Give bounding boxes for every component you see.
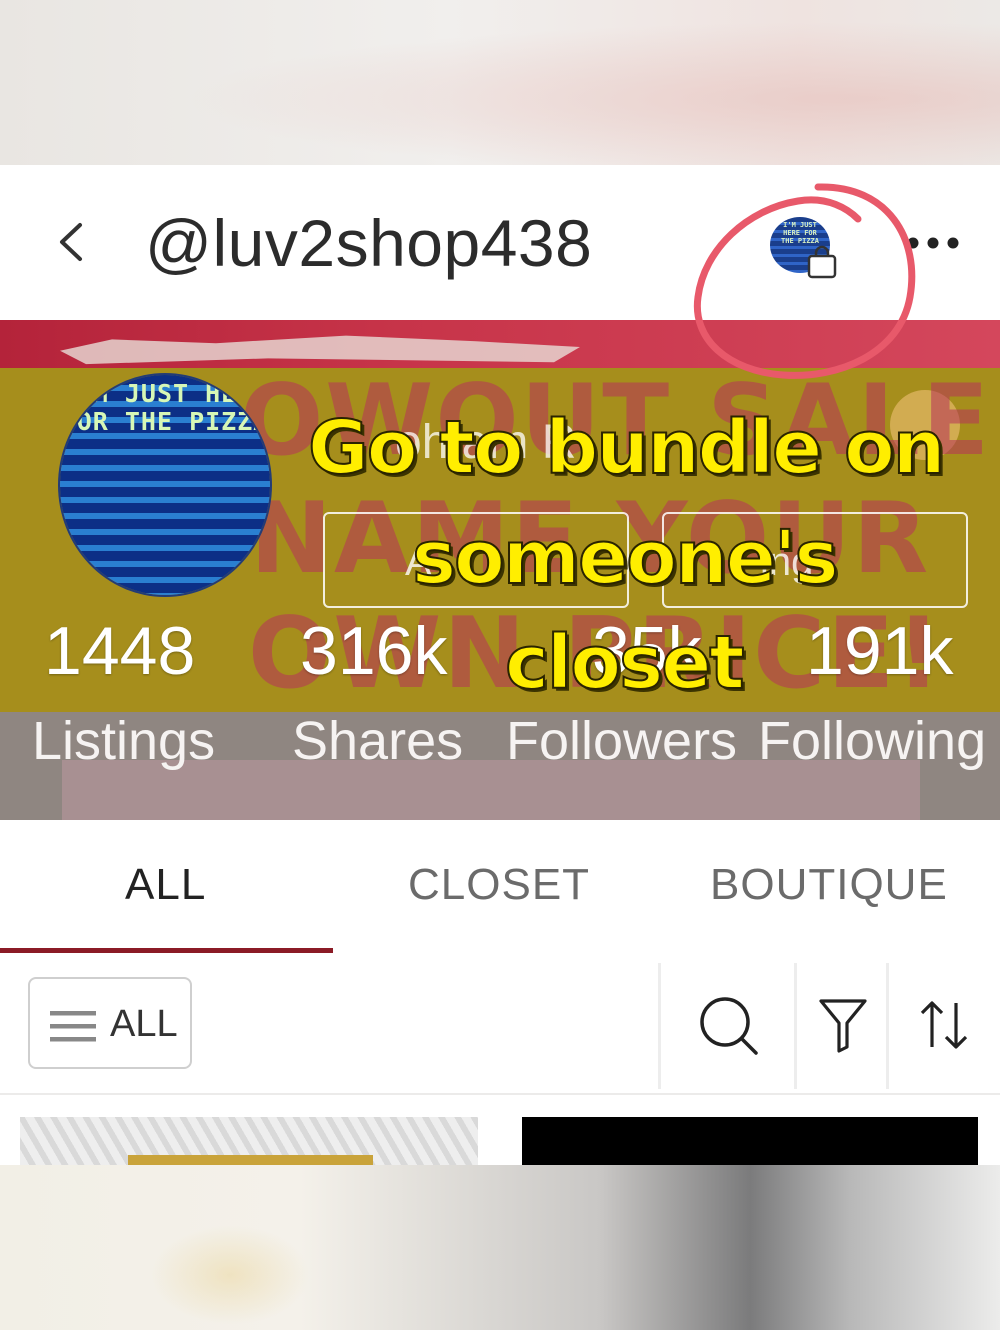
annotation-line: Go to bundle on bbox=[307, 404, 946, 492]
annotation-line: someone's bbox=[411, 514, 840, 602]
tab-closet[interactable]: CLOSET bbox=[408, 860, 590, 910]
avatar-caption: I'M JUST HERE FOR THE PIZZA bbox=[60, 379, 270, 436]
listing-grid bbox=[0, 1095, 1000, 1165]
chevron-left-icon[interactable] bbox=[52, 217, 92, 267]
listing-thumbnail[interactable] bbox=[20, 1117, 478, 1165]
category-filter-label: ALL bbox=[110, 1003, 178, 1045]
stat-listings-label[interactable]: Listings bbox=[32, 710, 215, 772]
listing-thumbnail[interactable] bbox=[522, 1117, 978, 1165]
category-filter-button[interactable]: ALL bbox=[28, 977, 192, 1069]
toolbar-divider bbox=[886, 963, 889, 1089]
tab-all[interactable]: ALL bbox=[125, 860, 206, 910]
filter-icon[interactable] bbox=[818, 997, 868, 1053]
stat-following-value[interactable]: 191k bbox=[806, 612, 953, 690]
stat-listings-value[interactable]: 1448 bbox=[44, 612, 195, 690]
stat-shares-label[interactable]: Shares bbox=[292, 710, 463, 772]
annotation-line: closet bbox=[504, 619, 746, 707]
toolbar-divider bbox=[794, 963, 797, 1089]
blurred-bottom-region bbox=[0, 1165, 1000, 1330]
tab-boutique[interactable]: BOUTIQUE bbox=[710, 860, 948, 910]
stat-shares-value[interactable]: 316k bbox=[300, 612, 447, 690]
closet-tabs: ALL CLOSET BOUTIQUE bbox=[0, 820, 1000, 957]
stat-following-label[interactable]: Following bbox=[758, 710, 986, 772]
menu-icon bbox=[50, 1011, 96, 1042]
listing-toolbar: ALL bbox=[0, 955, 1000, 1095]
toolbar-divider bbox=[658, 963, 661, 1089]
blurred-top-region bbox=[0, 0, 1000, 165]
active-tab-indicator bbox=[0, 948, 333, 953]
cover-banner: OWOUT SALE! NAME YOUR OWN PRICE! I'M JUS… bbox=[0, 320, 1000, 820]
annotation-circle bbox=[693, 183, 916, 379]
stat-followers-label[interactable]: Followers bbox=[506, 710, 737, 772]
profile-avatar[interactable]: I'M JUST HERE FOR THE PIZZA bbox=[60, 375, 270, 595]
sort-icon[interactable] bbox=[918, 999, 970, 1051]
search-icon[interactable] bbox=[698, 995, 760, 1057]
closet-username: @luv2shop438 bbox=[145, 206, 593, 280]
closet-screen: @luv2shop438 I'M JUST HERE FOR THE PIZZA… bbox=[0, 165, 1000, 1165]
